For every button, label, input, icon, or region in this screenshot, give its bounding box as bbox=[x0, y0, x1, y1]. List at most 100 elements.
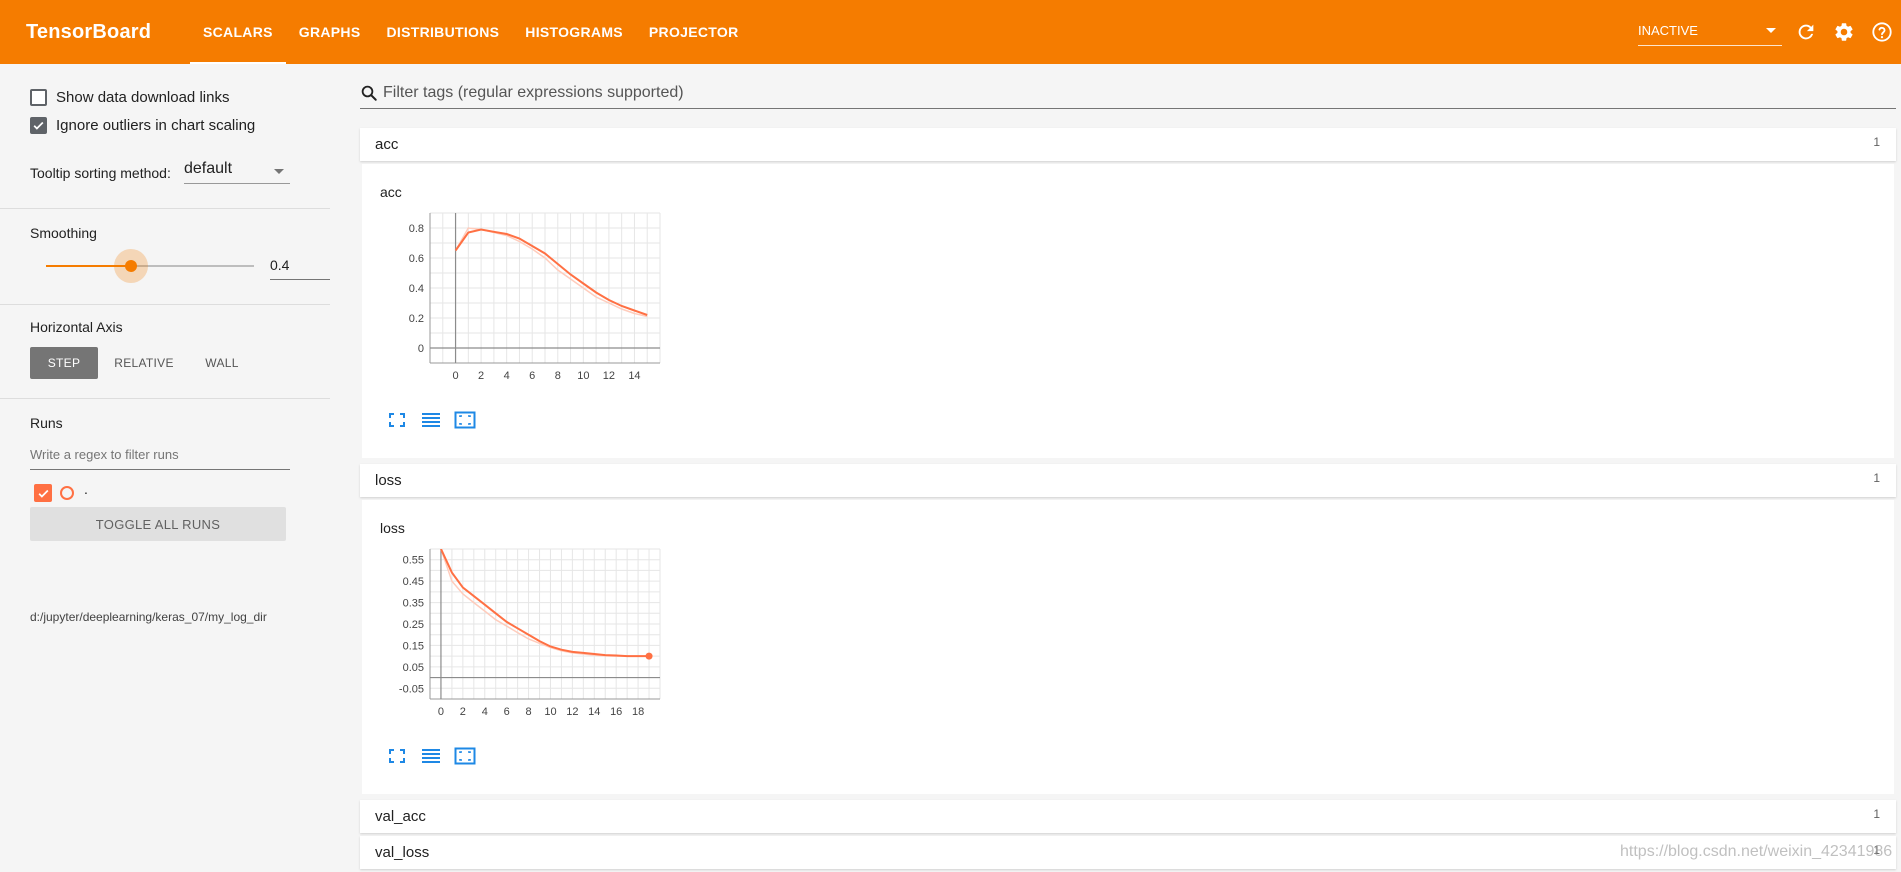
fit-domain-icon[interactable] bbox=[454, 410, 476, 430]
expand-icon[interactable] bbox=[386, 746, 408, 766]
category-name: val_loss bbox=[375, 844, 430, 861]
toggle-all-runs-button[interactable]: TOGGLE ALL RUNS bbox=[30, 507, 286, 541]
chart-acc[interactable]: 0 0.2 0.4 0.6 0.8 0 2 4 6 8 10 12 14 bbox=[380, 208, 680, 408]
y-tick-label: 0.6 bbox=[409, 253, 424, 265]
x-tick-label: 10 bbox=[577, 370, 589, 382]
x-tick-label: 6 bbox=[504, 706, 510, 718]
show-download-links-label: Show data download links bbox=[56, 89, 230, 106]
watermark: https://blog.csdn.net/weixin_42341986 bbox=[1620, 843, 1893, 860]
tooltip-sorting-label: Tooltip sorting method: bbox=[30, 165, 171, 181]
tab-graphs[interactable]: GRAPHS bbox=[286, 0, 374, 64]
divider bbox=[0, 398, 330, 399]
x-tick-label: 14 bbox=[628, 370, 640, 382]
tooltip-sorting-dropdown[interactable]: default bbox=[184, 160, 290, 184]
tag-filter-placeholder: Filter tags (regular expressions support… bbox=[383, 84, 684, 101]
settings-gear-icon[interactable] bbox=[1833, 21, 1855, 43]
x-tick-label: 4 bbox=[504, 370, 510, 382]
category-header-acc[interactable]: acc 1 bbox=[360, 128, 1896, 161]
x-tick-label: 2 bbox=[478, 370, 484, 382]
x-tick-label: 12 bbox=[603, 370, 615, 382]
x-tick-label: 18 bbox=[632, 706, 644, 718]
search-icon bbox=[360, 84, 378, 107]
toggle-log-scale-icon[interactable] bbox=[420, 410, 442, 430]
help-icon[interactable] bbox=[1871, 21, 1893, 43]
tab-histograms[interactable]: HISTOGRAMS bbox=[512, 0, 636, 64]
category-name: val_acc bbox=[375, 808, 426, 825]
y-tick-label: -0.05 bbox=[399, 683, 424, 695]
smoothing-slider[interactable] bbox=[46, 249, 254, 283]
x-tick-label: 14 bbox=[588, 706, 600, 718]
chart-title: loss bbox=[380, 520, 405, 536]
chevron-down-icon bbox=[1766, 28, 1776, 33]
ignore-outliers-checkbox[interactable]: Ignore outliers in chart scaling bbox=[30, 117, 255, 134]
show-download-links-checkbox[interactable]: Show data download links bbox=[30, 89, 229, 106]
top-toolbar: TensorBoard SCALARS GRAPHS DISTRIBUTIONS… bbox=[0, 0, 1901, 64]
y-tick-label: 0.05 bbox=[403, 662, 424, 674]
run-checkbox[interactable] bbox=[34, 484, 52, 502]
run-color-swatch[interactable] bbox=[60, 486, 74, 500]
category-header-val-acc[interactable]: val_acc 1 bbox=[360, 800, 1896, 833]
y-tick-label: 0 bbox=[418, 343, 424, 355]
x-tick-label: 0 bbox=[438, 706, 444, 718]
log-dir-path: d:/jupyter/deeplearning/keras_07/my_log_… bbox=[30, 610, 267, 624]
plugin-status-dropdown[interactable]: INACTIVE bbox=[1638, 20, 1782, 46]
category-name: acc bbox=[375, 136, 399, 153]
y-tick-label: 0.4 bbox=[409, 283, 424, 295]
smoothing-label: Smoothing bbox=[30, 225, 97, 241]
y-tick-label: 0.35 bbox=[403, 598, 424, 610]
chart-title: acc bbox=[380, 184, 402, 200]
divider bbox=[0, 304, 330, 305]
runs-label: Runs bbox=[30, 415, 63, 431]
tab-distributions[interactable]: DISTRIBUTIONS bbox=[373, 0, 512, 64]
last-point-marker bbox=[645, 652, 653, 660]
axis-relative-button[interactable]: RELATIVE bbox=[104, 347, 184, 379]
chart-toolbar bbox=[386, 746, 476, 766]
y-tick-label: 0.15 bbox=[403, 640, 424, 652]
tab-scalars[interactable]: SCALARS bbox=[190, 0, 286, 64]
status-value: INACTIVE bbox=[1638, 23, 1698, 38]
series-line bbox=[454, 228, 648, 316]
toggle-log-scale-icon[interactable] bbox=[420, 746, 442, 766]
nav-tabs: SCALARS GRAPHS DISTRIBUTIONS HISTOGRAMS … bbox=[190, 0, 752, 64]
sidebar: Show data download links Ignore outliers… bbox=[0, 64, 330, 872]
chart-toolbar bbox=[386, 410, 476, 430]
chevron-down-icon bbox=[274, 169, 284, 174]
tab-projector[interactable]: PROJECTOR bbox=[636, 0, 752, 64]
tag-filter-input[interactable]: Filter tags (regular expressions support… bbox=[360, 80, 1896, 109]
x-tick-label: 6 bbox=[529, 370, 535, 382]
expand-icon[interactable] bbox=[386, 410, 408, 430]
tooltip-sorting-value: default bbox=[184, 160, 233, 177]
x-tick-label: 10 bbox=[544, 706, 556, 718]
chart-card-acc: acc 0 0.2 0.4 0.6 0.8 0 2 4 6 8 10 12 14 bbox=[362, 164, 1894, 458]
y-tick-label: 0.25 bbox=[403, 619, 424, 631]
category-count: 1 bbox=[1873, 135, 1880, 149]
y-tick-label: 0.45 bbox=[403, 576, 424, 588]
chart-loss[interactable]: -0.05 0.05 0.15 0.25 0.35 0.45 0.55 0 2 4 6 8 10 12 14… bbox=[380, 544, 680, 744]
category-header-loss[interactable]: loss 1 bbox=[360, 464, 1896, 497]
x-tick-label: 0 bbox=[452, 370, 458, 382]
x-tick-label: 8 bbox=[555, 370, 561, 382]
refresh-icon[interactable] bbox=[1795, 21, 1817, 43]
category-name: loss bbox=[375, 472, 402, 489]
axis-step-button[interactable]: STEP bbox=[30, 347, 98, 379]
axis-wall-button[interactable]: WALL bbox=[190, 347, 254, 379]
smoothing-value-input[interactable]: 0.4 bbox=[270, 254, 330, 280]
ignore-outliers-label: Ignore outliers in chart scaling bbox=[56, 117, 256, 134]
x-tick-label: 16 bbox=[610, 706, 622, 718]
fit-domain-icon[interactable] bbox=[454, 746, 476, 766]
x-tick-label: 8 bbox=[526, 706, 532, 718]
horizontal-axis-label: Horizontal Axis bbox=[30, 319, 123, 335]
chart-card-loss: loss -0.05 0.05 0.15 0.25 0.35 0.45 0.55 0 2 4 6 8 1… bbox=[362, 500, 1894, 794]
divider bbox=[0, 208, 330, 209]
category-count: 1 bbox=[1873, 807, 1880, 821]
run-name: . bbox=[84, 481, 88, 497]
check-icon bbox=[38, 489, 48, 498]
x-tick-label: 2 bbox=[460, 706, 466, 718]
y-tick-label: 0.2 bbox=[409, 313, 424, 325]
slider-knob[interactable] bbox=[125, 260, 137, 272]
runs-filter-input[interactable]: Write a regex to filter runs bbox=[30, 442, 290, 470]
app-title: TensorBoard bbox=[26, 21, 152, 43]
checkbox-box[interactable] bbox=[30, 89, 47, 106]
checkbox-box-checked[interactable] bbox=[30, 117, 47, 134]
y-tick-label: 0.55 bbox=[403, 555, 424, 567]
